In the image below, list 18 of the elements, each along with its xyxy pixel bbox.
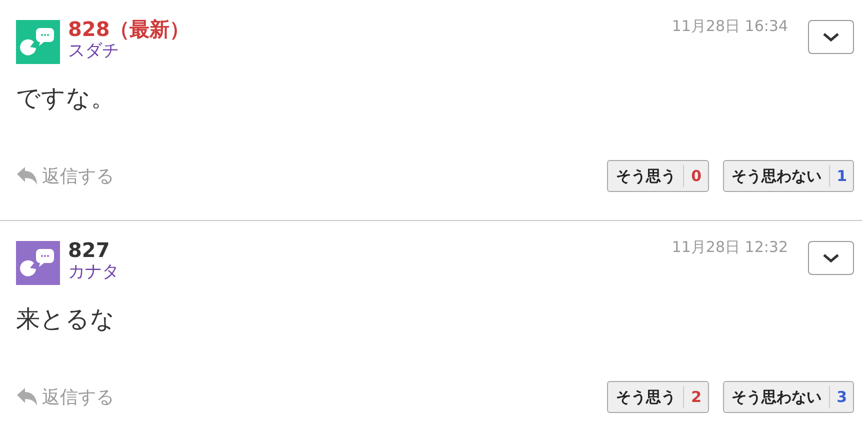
comment-date: 11月28日 16:34: [672, 17, 788, 36]
comment-number: 827: [68, 238, 111, 262]
reply-icon: [16, 387, 38, 407]
comment-text: 来とるな: [16, 304, 116, 335]
comment-date: 11月28日 12:32: [672, 238, 788, 257]
user-name: スダチ: [68, 41, 120, 61]
disagree-button[interactable]: そう思わない 1: [722, 160, 854, 192]
menu-button[interactable]: [808, 20, 854, 54]
reply-icon: [16, 166, 38, 186]
user-name: カナタ: [68, 262, 120, 282]
chevron-down-icon: [822, 31, 840, 43]
agree-button[interactable]: そう思う 0: [607, 160, 709, 192]
comment-number: 828（最新）: [68, 17, 191, 41]
chevron-down-icon: [822, 252, 840, 264]
disagree-button[interactable]: そう思わない 3: [722, 381, 854, 413]
comment-text: ですな。: [16, 83, 116, 114]
menu-button[interactable]: [808, 241, 854, 275]
agree-button[interactable]: そう思う 2: [607, 381, 709, 413]
